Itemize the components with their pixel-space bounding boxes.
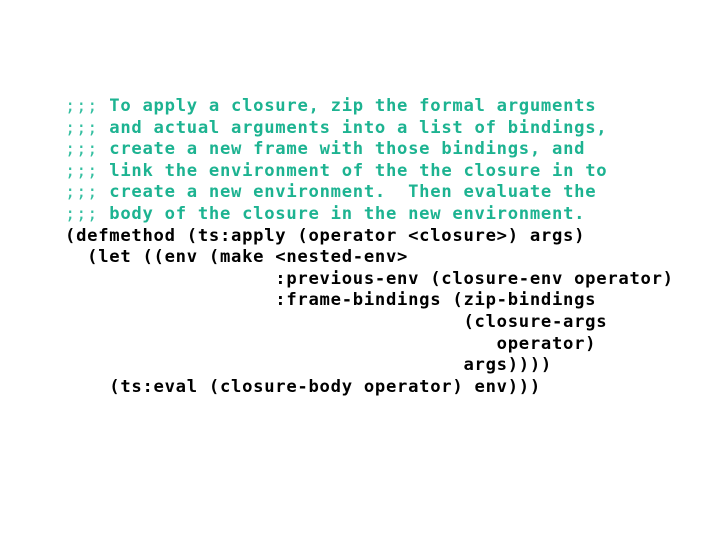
code-text: args)))) <box>65 355 552 376</box>
comment-marker: ;;; <box>65 117 99 138</box>
code-text: :previous-env (closure-env operator) <box>65 268 674 289</box>
code-line: :frame-bindings (zip-bindings <box>65 290 705 312</box>
comment-marker: ;;; <box>65 139 99 160</box>
code-line: (defmethod (ts:apply (operator <closure>… <box>65 226 705 248</box>
comment-line: ;;; To apply a closure, zip the formal a… <box>65 96 705 118</box>
comment-text: link the environment of the the closure … <box>98 160 608 181</box>
comment-text: and actual arguments into a list of bind… <box>98 117 608 138</box>
code-text: (let ((env (make <nested-env> <box>65 247 409 268</box>
code-text: operator) <box>65 333 597 354</box>
comment-text: create a new environment. Then evaluate … <box>98 182 597 203</box>
comment-marker: ;;; <box>65 96 99 116</box>
comment-text: create a new frame with those bindings, … <box>98 139 586 160</box>
code-line: operator) <box>65 334 705 356</box>
comment-line: ;;; and actual arguments into a list of … <box>65 118 705 140</box>
code-line: (ts:eval (closure-body operator) env))) <box>65 377 705 399</box>
code-text: (ts:eval (closure-body operator) env))) <box>65 376 541 397</box>
comment-marker: ;;; <box>65 182 99 203</box>
comment-text: To apply a closure, zip the formal argum… <box>98 96 597 116</box>
comment-line: ;;; create a new frame with those bindin… <box>65 139 705 161</box>
code-text: (defmethod (ts:apply (operator <closure>… <box>65 225 586 246</box>
code-line: args)))) <box>65 355 705 377</box>
code-listing: ;;; To apply a closure, zip the formal a… <box>65 96 705 398</box>
code-text: (closure-args <box>65 311 608 332</box>
code-line: (let ((env (make <nested-env> <box>65 247 705 269</box>
comment-marker: ;;; <box>65 160 99 181</box>
code-line: :previous-env (closure-env operator) <box>65 269 705 291</box>
comment-line: ;;; link the environment of the the clos… <box>65 161 705 183</box>
slide-canvas: ;;; To apply a closure, zip the formal a… <box>0 0 720 540</box>
comment-line: ;;; body of the closure in the new envir… <box>65 204 705 226</box>
comment-marker: ;;; <box>65 203 99 224</box>
code-text: :frame-bindings (zip-bindings <box>65 290 597 311</box>
comment-line: ;;; create a new environment. Then evalu… <box>65 182 705 204</box>
code-line: (closure-args <box>65 312 705 334</box>
comment-text: body of the closure in the new environme… <box>98 203 586 224</box>
